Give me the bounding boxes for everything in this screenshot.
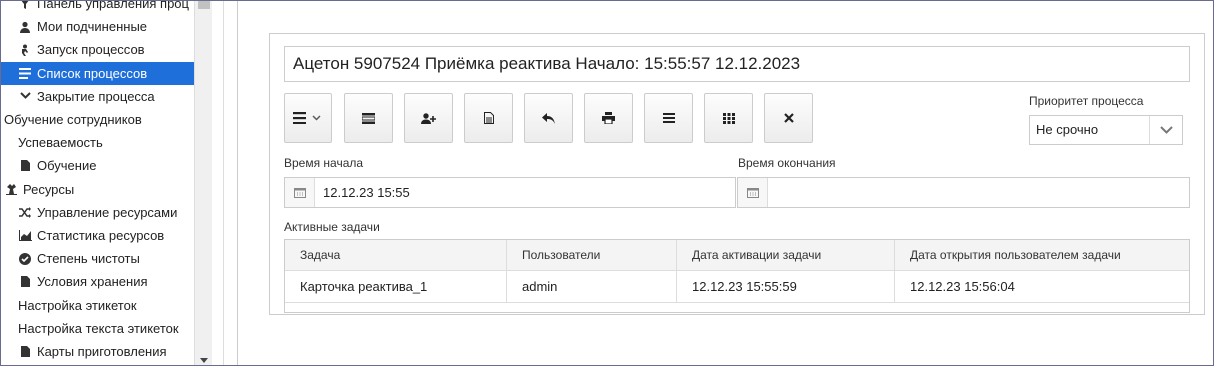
close-icon [783, 113, 794, 123]
table-row[interactable]: Карточка реактива_1 admin 12.12.23 15:55… [285, 271, 1189, 303]
document-button[interactable] [464, 93, 513, 143]
column-header-activation-date[interactable]: Дата активации задачи [677, 240, 895, 270]
close-button[interactable] [764, 93, 813, 143]
reply-button[interactable] [524, 93, 573, 143]
scrollbar-thumb[interactable] [198, 1, 210, 9]
sidebar-item-label: Статистика ресурсов [37, 227, 165, 243]
list-icon [18, 67, 32, 79]
sidebar-item-start-processes[interactable]: Запуск процессов [1, 38, 194, 61]
sidebar-item-storage-conditions[interactable]: Условия хранения [1, 270, 194, 293]
sidebar-item-label: Условия хранения [37, 274, 148, 290]
sidebar-item-label: Закрытие процесса [37, 88, 155, 104]
sidebar-scrollbar[interactable] [194, 1, 212, 365]
sidebar-item-process-list[interactable]: Список процессов [1, 61, 194, 85]
column-header-task[interactable]: Задача [285, 240, 507, 270]
column-header-users[interactable]: Пользователи [507, 240, 677, 270]
print-button[interactable] [584, 93, 633, 143]
active-tasks-label: Активные задачи [284, 220, 380, 234]
user-run-icon [18, 44, 32, 56]
sidebar-item-label: Список процессов [37, 65, 148, 81]
sidebar-item-label: Настройка текста этикеток [18, 320, 179, 336]
resources-icon [4, 183, 18, 196]
window-frame: Панель управления проц Мои подчиненные З… [0, 0, 1214, 366]
sidebar-item-process-dashboard[interactable]: Панель управления проц [1, 1, 194, 15]
list-view-button[interactable] [644, 93, 693, 143]
menu-dropdown-button[interactable] [284, 93, 332, 143]
priority-select[interactable]: Не срочно [1029, 115, 1183, 145]
sidebar-item-label: Степень чистоты [37, 251, 140, 267]
print-icon [602, 112, 615, 124]
sidebar-item-purity-degree[interactable]: Степень чистоты [1, 247, 194, 270]
sidebar-item-resources[interactable]: Ресурсы [1, 178, 194, 201]
chevron-down-icon [18, 92, 32, 100]
add-user-icon [421, 112, 436, 124]
process-title: Ацетон 5907524 Приёмка реактива Начало: … [284, 46, 1190, 82]
document-icon [483, 112, 494, 124]
users-cell: admin [507, 271, 677, 302]
sidebar-item-close-process[interactable]: Закрытие процесса [1, 85, 194, 108]
sidebar: Панель управления проц Мои подчиненные З… [1, 1, 212, 365]
grid-view-button[interactable] [704, 93, 753, 143]
sidebar-item-label: Панель управления проц [37, 1, 189, 12]
reply-icon [542, 112, 555, 124]
priority-value: Не срочно [1036, 122, 1099, 137]
check-circle-icon [18, 252, 32, 265]
menu-dropdown-icon [293, 112, 323, 124]
active-tasks-table: Задача Пользователи Дата активации задач… [284, 239, 1190, 313]
sidebar-item-label: Ресурсы [23, 181, 75, 197]
sidebar-item-resource-management[interactable]: Управление ресурсами [1, 201, 194, 224]
end-time-field[interactable] [737, 177, 1190, 208]
sidebar-item-label: Мои подчиненные [37, 19, 148, 35]
process-panel: Ацетон 5907524 Приёмка реактива Начало: … [269, 33, 1205, 315]
calendar-icon[interactable] [738, 178, 768, 207]
sidebar-item-label: Обучение [37, 158, 97, 174]
start-time-field[interactable]: 12.12.23 15:55 [284, 177, 736, 208]
activation-date-cell: 12.12.23 15:55:59 [677, 271, 895, 302]
sidebar-item-label: Запуск процессов [37, 42, 145, 58]
sidebar-list: Панель управления проц Мои подчиненные З… [1, 1, 194, 363]
area-chart-icon [18, 229, 32, 241]
table-header-row: Задача Пользователи Дата активации задач… [285, 240, 1189, 271]
filter-icon [18, 1, 32, 9]
sidebar-item-label-text-settings[interactable]: Настройка текста этикеток [1, 317, 194, 340]
divider [223, 1, 224, 365]
grid-icon [722, 112, 735, 124]
shuffle-icon [18, 206, 32, 218]
sidebar-item-label: Настройка этикеток [18, 297, 137, 313]
sidebar-item-preparation-cards[interactable]: Карты приготовления [1, 340, 194, 363]
sidebar-item-training[interactable]: Обучение [1, 154, 194, 177]
end-time-label: Время окончания [738, 156, 836, 170]
form-button[interactable] [344, 93, 393, 143]
add-user-button[interactable] [404, 93, 453, 143]
column-header-open-date[interactable]: Дата открытия пользователем задачи [895, 240, 1189, 270]
sidebar-item-label: Успеваемость [18, 135, 103, 151]
open-date-cell: 12.12.23 15:56:04 [910, 279, 1015, 294]
start-time-label: Время начала [284, 156, 364, 170]
calendar-icon[interactable] [285, 178, 315, 207]
user-icon [18, 21, 32, 33]
start-time-value: 12.12.23 15:55 [323, 185, 410, 200]
form-icon [362, 112, 375, 124]
document-icon [18, 345, 32, 357]
divider [237, 1, 238, 365]
sidebar-item-performance[interactable]: Успеваемость [1, 131, 194, 154]
sidebar-item-employee-training[interactable]: Обучение сотрудников [1, 108, 194, 131]
document-icon [18, 276, 32, 288]
sidebar-item-resource-statistics[interactable]: Статистика ресурсов [1, 224, 194, 247]
sidebar-item-label: Обучение сотрудников [4, 112, 142, 128]
sidebar-item-my-subordinates[interactable]: Мои подчиненные [1, 15, 194, 38]
sidebar-item-label: Карты приготовления [37, 343, 167, 359]
document-icon [18, 160, 32, 172]
sidebar-item-label-settings[interactable]: Настройка этикеток [1, 293, 194, 316]
priority-label: Приоритет процесса [1029, 94, 1144, 108]
scroll-down-arrow-icon[interactable] [200, 358, 208, 363]
task-cell: Карточка реактива_1 [285, 271, 507, 302]
sidebar-item-label: Управление ресурсами [37, 204, 178, 220]
chevron-down-icon[interactable] [1149, 116, 1182, 144]
list-icon [662, 113, 675, 123]
